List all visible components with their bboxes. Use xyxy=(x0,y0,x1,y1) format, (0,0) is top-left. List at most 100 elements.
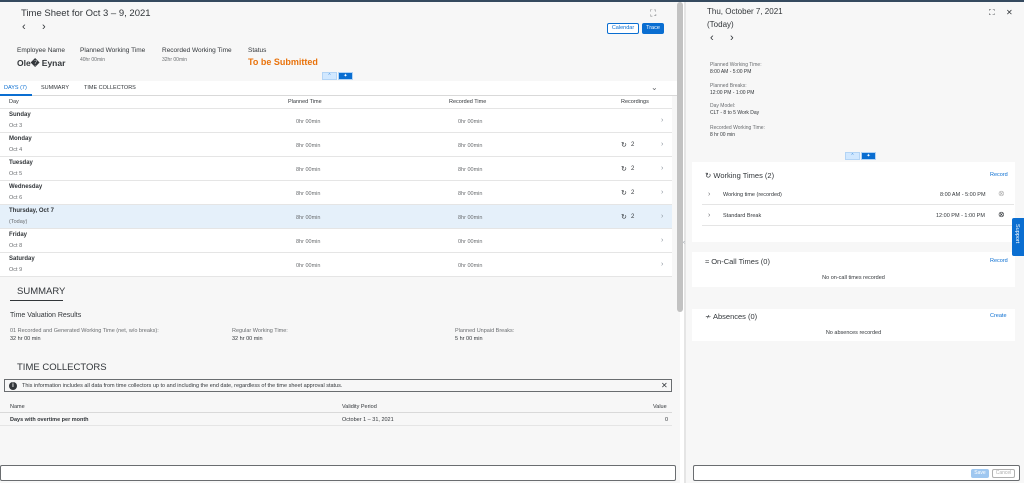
planned-working-time-value: 8:00 AM - 5:00 PM xyxy=(710,69,752,75)
day-date: Oct 4 xyxy=(9,147,23,153)
absences-title-text: Absences (0) xyxy=(712,312,758,321)
table-row-selected[interactable]: Thursday, Oct 7 (Today) 8hr 00min 8hr 00… xyxy=(0,205,672,229)
chevron-right-icon: › xyxy=(661,141,664,148)
planned-breaks-value: 12:00 PM - 1:00 PM xyxy=(710,90,755,96)
trace-button[interactable]: Trace xyxy=(642,23,664,34)
time-sheet-pane: Time Sheet for Oct 3 – 9, 2021 ‹ › ⛶ Cal… xyxy=(0,2,680,483)
day-name: Monday xyxy=(9,136,32,142)
planned-time: 8hr 00min xyxy=(296,143,321,149)
recorded-time: 0hr 00min xyxy=(458,263,483,269)
time-valuation-title: Time Valuation Results xyxy=(10,312,82,319)
working-time-range: 12:00 PM - 1:00 PM xyxy=(936,213,985,219)
column-day: Day xyxy=(9,99,19,105)
status-value: To be Submitted xyxy=(248,57,318,67)
page-title: Time Sheet for Oct 3 – 9, 2021 xyxy=(21,8,151,19)
previous-week-button[interactable]: ‹ xyxy=(22,21,26,33)
days-table-header: Day Planned Time Recorded Time Recording… xyxy=(0,96,672,109)
recordings-icon: ↻ xyxy=(621,214,627,221)
working-times-title-text: Working Times (2) xyxy=(713,171,775,180)
on-call-title-text: On-Call Times (0) xyxy=(711,257,770,266)
fullscreen-icon[interactable]: ⛶ xyxy=(989,8,995,18)
collapse-header-button[interactable]: ⌃ xyxy=(322,72,337,80)
table-row[interactable]: Monday Oct 4 8hr 00min 8hr 00min ↻ 2 › xyxy=(0,133,672,157)
detail-subtitle: (Today) xyxy=(707,20,734,29)
tab-summary[interactable]: SUMMARY xyxy=(41,85,69,91)
summary-item-value: 32 hr 00 min xyxy=(232,336,263,342)
delete-icon[interactable]: ⊗ xyxy=(998,210,1005,219)
summary-item-label: 01 Recorded and Generated Working Time (… xyxy=(10,328,159,334)
detail-title: Thu, October 7, 2021 xyxy=(707,7,783,16)
table-row[interactable]: Saturday Oct 9 0hr 00min 0hr 00min › xyxy=(0,253,672,277)
recordings-count: 2 xyxy=(631,214,635,220)
day-date: Oct 5 xyxy=(9,171,23,177)
record-on-call-button[interactable]: Record xyxy=(990,258,1008,264)
day-name: Sunday xyxy=(9,112,31,118)
day-name: Thursday, Oct 7 xyxy=(9,208,54,214)
tab-days[interactable]: DAYS (7) xyxy=(4,85,27,91)
day-name: Friday xyxy=(9,232,28,238)
calendar-button[interactable]: Calendar xyxy=(607,23,639,34)
create-absence-button[interactable]: Create xyxy=(990,313,1007,319)
support-button[interactable]: Support xyxy=(1012,218,1024,256)
chevron-right-icon: › xyxy=(708,191,711,198)
scrollbar[interactable] xyxy=(677,2,683,312)
employee-name-value: Ole� Eynar xyxy=(17,58,66,68)
recordings-count: 2 xyxy=(631,142,635,148)
column-validity-period: Validity Period xyxy=(342,404,377,410)
planned-time: 0hr 00min xyxy=(296,263,321,269)
day-name: Tuesday xyxy=(9,160,33,166)
planned-time: 8hr 00min xyxy=(296,215,321,221)
absence-icon: ≁ xyxy=(705,312,712,321)
list-item[interactable]: › Standard Break 12:00 PM - 1:00 PM ⊗ xyxy=(702,207,1014,226)
collapse-header-button[interactable]: ⌃ xyxy=(845,152,860,160)
chevron-down-icon[interactable]: ⌄ xyxy=(651,83,658,92)
planned-breaks-label: Planned Breaks: xyxy=(710,83,747,89)
planned-time: 8hr 00min xyxy=(296,191,321,197)
previous-day-button[interactable]: ‹ xyxy=(710,32,714,44)
on-call-icon: ≈ xyxy=(705,257,710,266)
day-name: Saturday xyxy=(9,256,35,262)
table-row[interactable]: Friday Oct 8 8hr 00min 0hr 00min › xyxy=(0,229,672,253)
pin-header-button[interactable]: ✦ xyxy=(338,72,353,80)
save-button[interactable]: Save xyxy=(971,469,989,478)
support-label: Support xyxy=(1014,224,1020,244)
tab-time-collectors[interactable]: TIME COLLECTORS xyxy=(84,85,136,91)
tab-bar: DAYS (7) SUMMARY TIME COLLECTORS ⌄ xyxy=(0,81,680,96)
next-week-button[interactable]: › xyxy=(42,21,46,33)
absences-title: ≁ Absences (0) xyxy=(705,312,757,321)
chevron-right-icon: › xyxy=(661,261,664,268)
pin-header-button[interactable]: ✦ xyxy=(861,152,876,160)
working-time-label: Working time (recorded) xyxy=(723,192,782,198)
employee-name-label: Employee Name xyxy=(17,47,66,54)
chevron-right-icon: › xyxy=(661,165,664,172)
record-working-time-button[interactable]: Record xyxy=(990,172,1008,178)
collector-value: 0 xyxy=(665,417,669,423)
close-icon[interactable]: ✕ xyxy=(1006,8,1013,17)
list-item[interactable]: › Working time (recorded) 8:00 AM - 5:00… xyxy=(702,186,1014,205)
chevron-right-icon: › xyxy=(661,213,664,220)
day-date: Oct 8 xyxy=(9,243,23,249)
day-name: Wednesday xyxy=(9,184,43,190)
time-sheet-header: Time Sheet for Oct 3 – 9, 2021 ‹ › ⛶ Cal… xyxy=(0,2,680,80)
working-times-title: ↻ Working Times (2) xyxy=(705,171,774,180)
time-collectors-title: TIME COLLECTORS xyxy=(17,362,107,373)
chevron-right-icon: › xyxy=(708,212,711,219)
day-date: Oct 6 xyxy=(9,195,23,201)
column-planned-time: Planned Time xyxy=(288,99,322,105)
cancel-button[interactable]: Cancel xyxy=(992,469,1015,478)
table-row[interactable]: Sunday Oct 3 0hr 00min 0hr 00min › xyxy=(0,109,672,133)
planned-working-time-label: Planned Working Time xyxy=(80,47,146,54)
summary-item-value: 5 hr 00 min xyxy=(455,336,483,342)
status-label: Status xyxy=(248,47,267,54)
recorded-time: 0hr 00min xyxy=(458,119,483,125)
table-row[interactable]: Tuesday Oct 5 8hr 00min 8hr 00min ↻ 2 › xyxy=(0,157,672,181)
next-day-button[interactable]: › xyxy=(730,32,734,44)
close-icon[interactable]: ✕ xyxy=(661,381,668,390)
recordings-icon: ↻ xyxy=(621,166,627,173)
working-times-panel: ↻ Working Times (2) Record › Working tim… xyxy=(692,162,1015,242)
collector-name: Days with overtime per month xyxy=(10,417,89,423)
table-row[interactable]: Wednesday Oct 6 8hr 00min 8hr 00min ↻ 2 … xyxy=(0,181,672,205)
fullscreen-icon[interactable]: ⛶ xyxy=(650,8,656,19)
delete-icon[interactable]: ⊗ xyxy=(998,189,1005,198)
recordings-count: 2 xyxy=(631,166,635,172)
